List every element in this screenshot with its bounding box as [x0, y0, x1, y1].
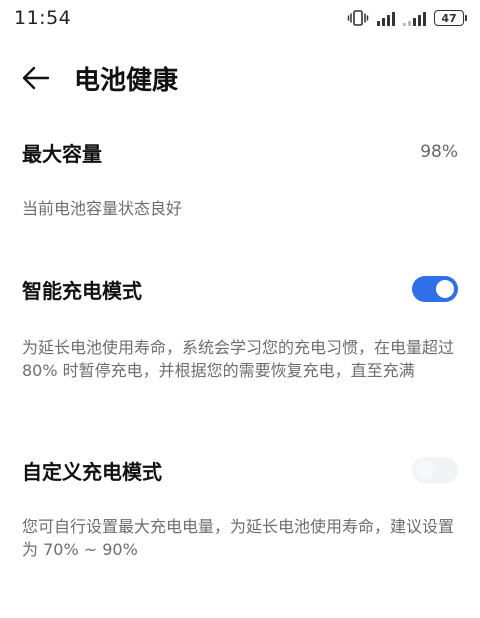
- custom-charging-row[interactable]: 自定义充电模式: [22, 455, 458, 485]
- status-time: 11:54: [14, 7, 72, 29]
- battery-icon: 47: [434, 10, 467, 26]
- max-capacity-value: 98%: [420, 142, 458, 162]
- custom-charging-toggle[interactable]: [412, 457, 458, 483]
- smart-charging-description: 为延长电池使用寿命，系统会学习您的充电习惯，在电量超过 80% 时暂停充电，并根…: [22, 338, 455, 380]
- custom-charging-label: 自定义充电模式: [22, 459, 162, 484]
- arrow-left-icon: [22, 66, 50, 90]
- status-icons: 47: [347, 8, 467, 28]
- toggle-knob: [436, 280, 454, 298]
- smart-charging-toggle[interactable]: [412, 276, 458, 302]
- signal-strength-icon-sim1: [377, 10, 395, 26]
- page-header: 电池健康: [0, 56, 480, 102]
- toggle-knob: [416, 461, 434, 479]
- max-capacity-label: 最大容量: [22, 141, 102, 166]
- smart-charging-label: 智能充电模式: [22, 278, 142, 303]
- status-bar: 11:54 47: [0, 0, 480, 38]
- signal-strength-icon-sim2: [403, 10, 426, 26]
- max-capacity-row: 最大容量 98%: [22, 138, 458, 166]
- max-capacity-description: 当前电池容量状态良好: [22, 199, 183, 218]
- vibrate-icon: [347, 10, 369, 26]
- back-button[interactable]: [18, 62, 54, 94]
- battery-level: 47: [441, 11, 457, 25]
- page-title: 电池健康: [74, 66, 179, 96]
- smart-charging-row[interactable]: 智能充电模式: [22, 274, 458, 304]
- custom-charging-description: 您可自行设置最大充电电量，为延长电池使用寿命，建议设置为 70% ~ 90%: [22, 517, 455, 559]
